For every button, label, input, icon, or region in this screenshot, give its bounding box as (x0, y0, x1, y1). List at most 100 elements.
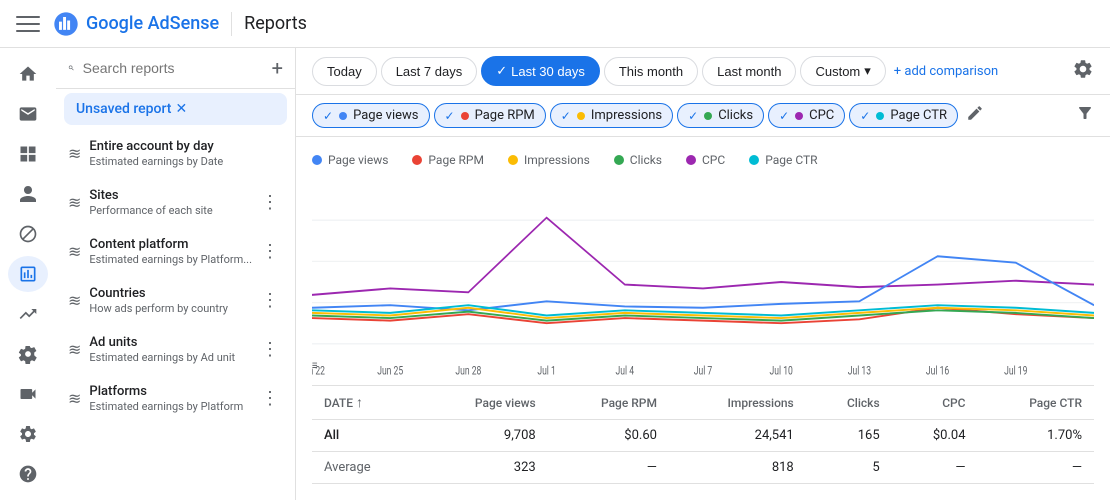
active-report-item[interactable]: Unsaved report ✕ (64, 93, 287, 125)
date-btn-custom[interactable]: Custom ▾ (800, 56, 885, 86)
sidebar-icon-grid[interactable] (8, 136, 48, 172)
metrics-bar: ✓ Page views ✓ Page RPM ✓ Impressions ✓ … (296, 95, 1110, 137)
col-header-pagectr: Page CTR (978, 386, 1094, 420)
sidebar-item-title-2: Content platform (89, 237, 257, 252)
metric-chip-cpc[interactable]: ✓ CPC (768, 103, 845, 128)
legend-dot-pageviews (312, 155, 322, 165)
table-row-average: Average 323 — 818 5 — — (312, 452, 1094, 484)
sidebar-item-title-5: Platforms (89, 384, 257, 399)
more-options-icon-2[interactable]: ⋮ (257, 237, 283, 266)
sidebar-item-sub-4: Estimated earnings by Ad unit (89, 351, 257, 364)
legend-item-pagerpm: Page RPM (412, 153, 484, 167)
row-label-all: All (312, 420, 419, 452)
top-nav: Google AdSense Reports (0, 0, 1110, 48)
sidebar-item-sub-5: Estimated earnings by Platform (89, 400, 257, 413)
sidebar-icon-settings[interactable] (8, 336, 48, 372)
metric-chip-pagectr[interactable]: ✓ Page CTR (849, 103, 958, 128)
sidebar-icon-inbox[interactable] (8, 96, 48, 132)
active-report-label: Unsaved report (76, 101, 176, 117)
metric-chip-clicks[interactable]: ✓ Clicks (677, 103, 764, 128)
sidebar-item-title-0: Entire account by day (89, 139, 283, 154)
col-header-date: DATE ↑ (312, 386, 419, 420)
date-btn-this-month[interactable]: This month (604, 57, 698, 86)
sidebar-item-countries[interactable]: ≋ Countries How ads perform by country ⋮ (56, 276, 295, 325)
legend-label-cpc: CPC (702, 153, 725, 167)
row-pagectr-all: 1.70% (978, 420, 1094, 452)
sidebar-item-sub-1: Performance of each site (89, 204, 257, 217)
add-report-icon[interactable]: + (272, 56, 283, 80)
sort-icon[interactable]: ↑ (356, 394, 363, 411)
hamburger-menu[interactable] (16, 12, 40, 36)
row-impressions-avg: 818 (669, 452, 806, 484)
more-options-icon-1[interactable]: ⋮ (257, 188, 283, 217)
svg-text:Jul 10: Jul 10 (770, 366, 794, 379)
metric-chip-pageviews[interactable]: ✓ Page views (312, 103, 430, 128)
legend-item-cpc: CPC (686, 153, 725, 167)
legend-label-clicks: Clicks (630, 153, 662, 167)
metric-dot-1 (461, 112, 469, 120)
sidebar-item-ad-units[interactable]: ≋ Ad units Estimated earnings by Ad unit… (56, 325, 295, 374)
svg-text:Jul 4: Jul 4 (616, 366, 635, 379)
sidebar-icon-person[interactable] (8, 176, 48, 212)
date-btn-today[interactable]: Today (312, 57, 377, 86)
metric-dot-4 (795, 112, 803, 120)
report-icon-3: ≋ (68, 291, 81, 310)
metric-chip-impressions[interactable]: ✓ Impressions (550, 103, 673, 128)
add-comparison-btn[interactable]: + add comparison (894, 64, 998, 79)
date-filter-bar: Today Last 7 days ✓ Last 30 days This mo… (296, 48, 1110, 95)
legend-dot-cpc (686, 155, 696, 165)
metric-label-0: Page views (353, 108, 418, 123)
more-options-icon-5[interactable]: ⋮ (257, 384, 283, 413)
check-mark-icon: ✓ (496, 63, 507, 79)
legend-dot-pagectr (749, 155, 759, 165)
report-settings-icon[interactable] (1072, 58, 1094, 85)
legend-dot-pagerpm (412, 155, 422, 165)
close-report-icon[interactable]: ✕ (176, 101, 276, 117)
legend-label-pagectr: Page CTR (765, 153, 817, 167)
date-btn-last30[interactable]: ✓ Last 30 days (481, 56, 600, 86)
date-btn-last-month[interactable]: Last month (702, 57, 796, 86)
legend-item-pageviews: Page views (312, 153, 388, 167)
date-btn-last7[interactable]: Last 7 days (381, 57, 478, 86)
logo: Google AdSense (52, 10, 219, 38)
metric-label-5: Page CTR (890, 108, 947, 123)
col-header-pagerpm: Page RPM (548, 386, 669, 420)
metric-check-1: ✓ (445, 109, 455, 123)
metric-chip-pagerpm[interactable]: ✓ Page RPM (434, 103, 546, 128)
filter-chart-icon[interactable] (1076, 104, 1094, 127)
row-pageviews-avg: 323 (419, 452, 548, 484)
sidebar-icon-trending[interactable] (8, 296, 48, 332)
sidebar-icon-block[interactable] (8, 216, 48, 252)
report-icon-4: ≋ (68, 340, 81, 359)
sidebar-item-sites[interactable]: ≋ Sites Performance of each site ⋮ (56, 178, 295, 227)
legend-item-impressions: Impressions (508, 153, 590, 167)
sidebar-item-entire-account[interactable]: ≋ Entire account by day Estimated earnin… (56, 129, 295, 178)
chart-container: Jun 22 Jun 25 Jun 28 Jul 1 Jul 4 Jul 7 J… (312, 179, 1094, 385)
metric-label-3: Clicks (718, 108, 753, 123)
row-pagerpm-all: $0.60 (548, 420, 669, 452)
more-options-icon-4[interactable]: ⋮ (257, 335, 283, 364)
metric-label-1: Page RPM (475, 108, 535, 123)
sidebar-item-content-platform[interactable]: ≋ Content platform Estimated earnings by… (56, 227, 295, 276)
chart-area: Page views Page RPM Impressions Clicks C… (296, 137, 1110, 500)
report-icon-2: ≋ (68, 242, 81, 261)
sidebar-icon-chart[interactable] (8, 256, 48, 292)
sidebar-item-platforms[interactable]: ≋ Platforms Estimated earnings by Platfo… (56, 374, 295, 423)
edit-metrics-icon[interactable] (966, 104, 984, 127)
search-input[interactable] (83, 60, 264, 76)
page-title: Reports (244, 13, 307, 34)
svg-text:Jun 25: Jun 25 (377, 366, 403, 379)
col-header-clicks: Clicks (806, 386, 892, 420)
more-options-icon-3[interactable]: ⋮ (257, 286, 283, 315)
report-icon-0: ≋ (68, 144, 81, 163)
svg-text:Jul 16: Jul 16 (926, 366, 950, 379)
report-icon-5: ≋ (68, 389, 81, 408)
sidebar-icons (0, 48, 56, 500)
sidebar-icon-gear[interactable] (8, 416, 48, 452)
svg-text:Jul 7: Jul 7 (694, 366, 713, 379)
sidebar-icon-video[interactable] (8, 376, 48, 412)
sidebar-search-bar: + (56, 48, 295, 89)
sidebar-icon-help[interactable] (8, 456, 48, 492)
metric-check-4: ✓ (779, 109, 789, 123)
sidebar-icon-home[interactable] (8, 56, 48, 92)
